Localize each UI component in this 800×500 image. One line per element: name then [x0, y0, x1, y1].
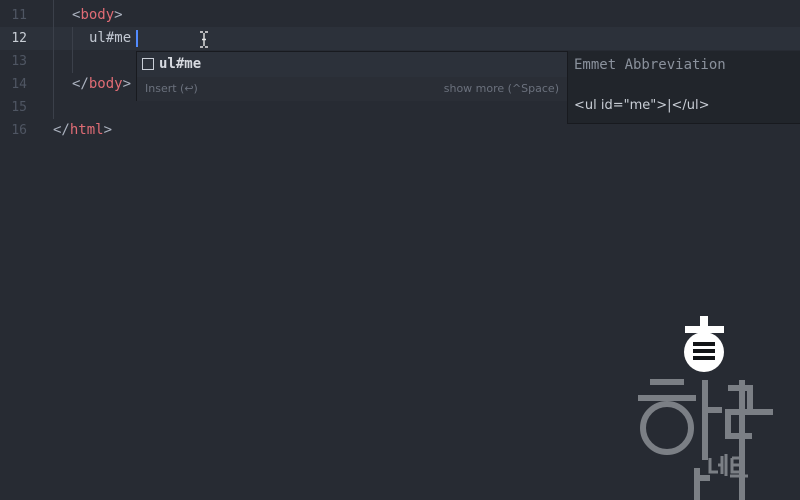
line-number: 15	[11, 100, 27, 115]
tag-bracket: >	[122, 76, 132, 92]
doc-panel-title: Emmet Abbreviation	[574, 57, 726, 73]
doc-panel-snippet: <ul id="me">|</ul>	[574, 98, 710, 113]
tag-name: html	[69, 122, 104, 138]
tag-bracket: </	[72, 76, 89, 92]
tag-bracket: </	[53, 122, 70, 138]
code-line-16[interactable]: </html>	[53, 119, 112, 142]
indent-guide	[53, 0, 54, 119]
haneul-net-logo	[638, 316, 773, 500]
autocomplete-footer: Insert (↩) show more (^Space)	[137, 77, 567, 101]
snippet-square-icon	[142, 58, 154, 70]
tag-name: body	[80, 7, 115, 23]
code-line-12[interactable]: ul#me	[89, 27, 131, 50]
line-number: 11	[11, 8, 27, 23]
code-line-14[interactable]: </body>	[72, 73, 131, 96]
show-more-link[interactable]: show more (^Space)	[444, 77, 559, 101]
ibeam-cursor-icon	[200, 31, 208, 48]
indent-guide	[72, 27, 73, 73]
line-number: 14	[11, 77, 27, 92]
autocomplete-popup[interactable]: ul#me Insert (↩) show more (^Space)	[136, 51, 568, 101]
emmet-abbreviation-text: ul#me	[89, 30, 132, 46]
line-number: 13	[11, 54, 27, 69]
text-cursor	[136, 30, 138, 47]
line-number: 16	[11, 123, 27, 138]
tag-bracket: >	[114, 7, 123, 23]
code-line-11[interactable]: <body>	[72, 4, 123, 27]
autocomplete-doc-panel: Emmet Abbreviation <ul id="me">|</ul>	[567, 51, 800, 124]
tag-name: body	[88, 76, 123, 92]
insert-hint: Insert (↩)	[145, 82, 198, 95]
autocomplete-item[interactable]: ul#me	[137, 52, 567, 77]
autocomplete-item-label: ul#me	[159, 56, 202, 72]
line-number-gutter: 11 12 13 14 15 16	[0, 0, 40, 500]
line-number-active: 12	[11, 31, 27, 46]
tag-bracket: >	[103, 122, 113, 138]
